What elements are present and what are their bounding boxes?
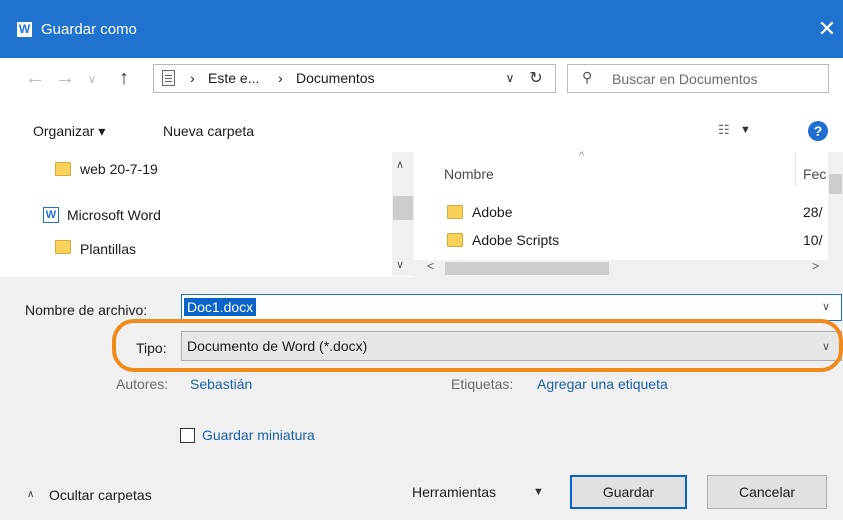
scroll-right-icon[interactable]: > <box>812 259 819 273</box>
breadcrumb-documents[interactable]: Documentos <box>296 70 375 86</box>
sort-ascending-icon: ^ <box>579 150 585 162</box>
save-button[interactable]: Guardar <box>570 475 687 509</box>
search-icon: ⚲ <box>582 69 593 85</box>
documents-location-icon <box>162 70 175 86</box>
tree-item-web[interactable]: web 20-7-19 <box>80 161 158 177</box>
scroll-up-icon[interactable]: ∧ <box>396 158 404 171</box>
authors-label: Autores: <box>116 376 169 392</box>
view-options-icon[interactable]: ☷ <box>718 122 736 140</box>
column-divider[interactable] <box>795 152 796 186</box>
close-button[interactable]: ✕ <box>812 14 842 44</box>
breadcrumb-separator: › <box>278 70 283 86</box>
folder-icon <box>447 205 463 219</box>
word-app-icon: W <box>17 22 32 37</box>
scroll-down-icon[interactable]: ∨ <box>396 258 404 271</box>
chevron-up-icon[interactable]: ∧ <box>27 489 34 500</box>
column-header-name[interactable]: Nombre <box>444 166 494 182</box>
tools-menu-button[interactable]: Herramientas <box>412 484 496 500</box>
toolbar <box>0 108 843 152</box>
window-title: Guardar como <box>41 21 137 38</box>
back-arrow-icon[interactable]: ← <box>22 63 48 93</box>
folder-icon <box>447 233 463 247</box>
filename-label: Nombre de archivo: <box>25 302 148 318</box>
search-placeholder: Buscar en Documentos <box>612 71 758 87</box>
highlight-annotation <box>112 319 843 372</box>
file-list-horizontal-thumb[interactable] <box>445 262 609 275</box>
file-row-name[interactable]: Adobe <box>472 204 512 220</box>
save-thumbnail-checkbox[interactable] <box>180 428 195 443</box>
save-thumbnail-label[interactable]: Guardar miniatura <box>202 427 315 443</box>
organize-menu-button[interactable]: Organizar ▾ <box>33 123 105 140</box>
folder-icon <box>55 240 71 254</box>
authors-value[interactable]: Sebastián <box>190 376 252 392</box>
column-header-date[interactable]: Fec <box>803 166 826 182</box>
file-row-date: 10/ <box>803 232 823 248</box>
chevron-down-icon[interactable]: ∨ <box>500 65 520 92</box>
breadcrumb-separator: › <box>190 70 195 86</box>
chevron-down-icon[interactable]: ▼ <box>533 486 544 498</box>
folder-icon <box>55 162 71 176</box>
file-row-date: 28/ <box>803 204 823 220</box>
add-tag-link[interactable]: Agregar una etiqueta <box>537 376 668 392</box>
tags-label: Etiquetas: <box>451 376 514 392</box>
help-icon[interactable]: ? <box>808 121 828 141</box>
scroll-left-icon[interactable]: < <box>427 259 434 273</box>
breadcrumb-this-pc[interactable]: Este e... <box>208 70 259 86</box>
up-arrow-icon[interactable]: ↑ <box>112 63 136 93</box>
filename-input[interactable] <box>181 294 842 321</box>
chevron-down-icon[interactable]: ∨ <box>822 300 830 313</box>
forward-arrow-icon[interactable]: → <box>52 63 78 93</box>
recent-locations-chevron-icon[interactable]: ∨ <box>84 64 100 94</box>
refresh-icon[interactable]: ↻ <box>525 65 547 92</box>
tree-scrollbar-thumb[interactable] <box>393 196 413 220</box>
chevron-down-icon[interactable]: ▼ <box>740 124 751 136</box>
file-row-name[interactable]: Adobe Scripts <box>472 232 559 248</box>
filename-value[interactable]: Doc1.docx <box>184 298 257 316</box>
tree-item-plantillas[interactable]: Plantillas <box>80 241 136 257</box>
tree-item-microsoft-word[interactable]: Microsoft Word <box>67 207 161 223</box>
cancel-button[interactable]: Cancelar <box>707 475 827 509</box>
file-list-vertical-scrollbar[interactable] <box>828 152 843 260</box>
file-list-vertical-thumb[interactable] <box>829 174 842 194</box>
hide-folders-button[interactable]: Ocultar carpetas <box>49 487 152 503</box>
word-icon: W <box>43 207 59 223</box>
new-folder-button[interactable]: Nueva carpeta <box>163 123 254 139</box>
